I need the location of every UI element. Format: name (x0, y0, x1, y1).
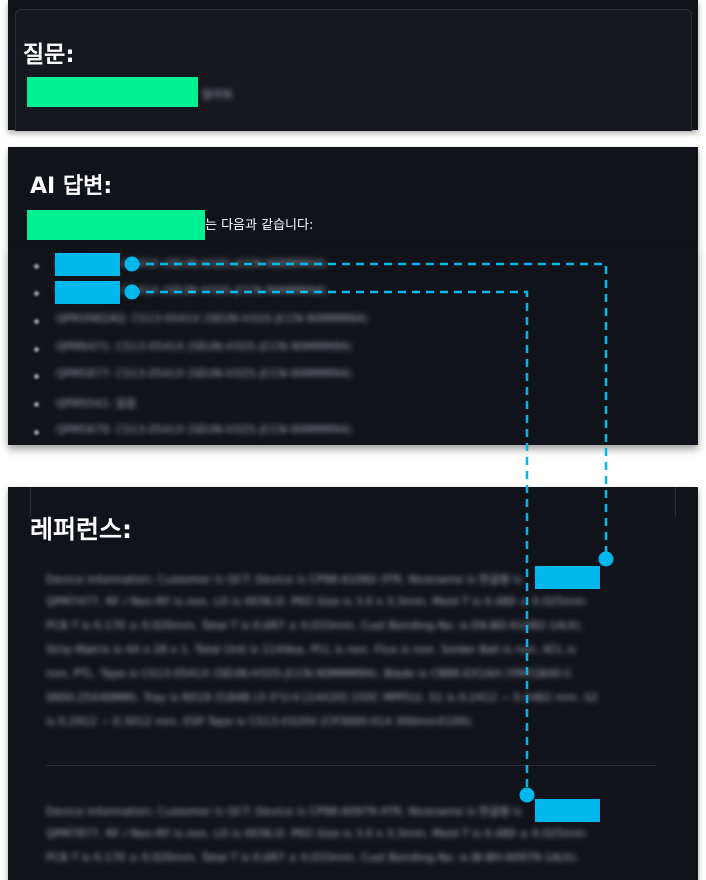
connector-line-1 (132, 262, 608, 559)
connector-overlay (124, 256, 614, 803)
connector-dot (598, 551, 614, 567)
connector-dot (124, 284, 140, 300)
connector-line-2 (132, 290, 529, 795)
connector-dot (124, 256, 140, 272)
connector-dot (519, 787, 535, 803)
